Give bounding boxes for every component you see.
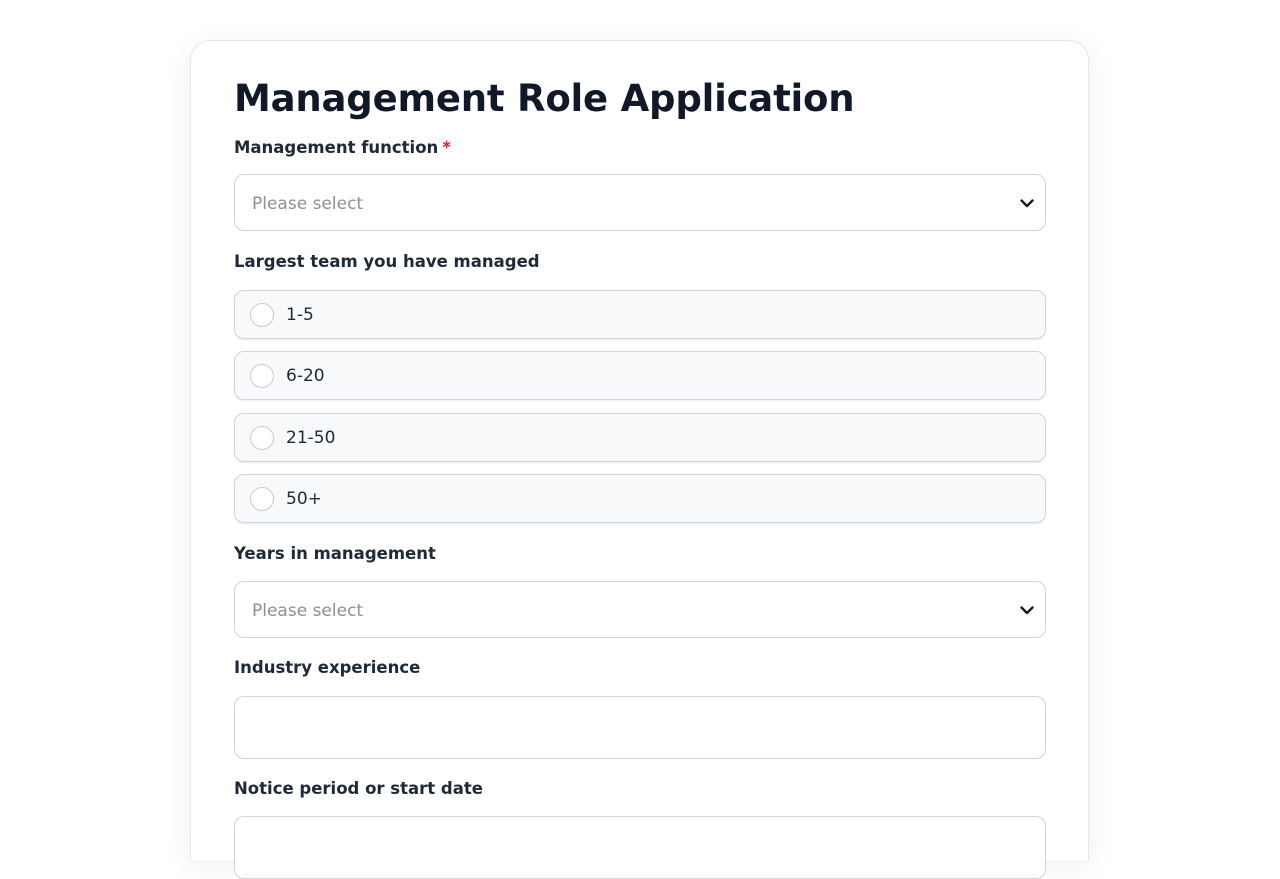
radio-circle[interactable]	[250, 487, 274, 511]
chevron-down-icon	[1018, 601, 1036, 619]
years-in-management-select[interactable]: Please select	[234, 581, 1046, 638]
team-size-option[interactable]: 1-5	[234, 290, 1046, 339]
notice-period-label: Notice period or start date	[234, 779, 483, 798]
years-in-management-label: Years in management	[234, 544, 436, 563]
notice-period-input[interactable]	[234, 816, 1046, 879]
industry-experience-input[interactable]	[234, 696, 1046, 759]
team-size-option[interactable]: 6-20	[234, 351, 1046, 400]
team-size-option-label: 6-20	[286, 366, 325, 386]
radio-circle[interactable]	[250, 364, 274, 388]
largest-team-label: Largest team you have managed	[234, 252, 540, 271]
radio-circle[interactable]	[250, 303, 274, 327]
team-size-option-label: 1-5	[286, 305, 314, 325]
management-function-select[interactable]: Please select	[234, 174, 1046, 231]
management-function-placeholder: Please select	[252, 194, 364, 214]
team-size-option[interactable]: 50+	[234, 474, 1046, 523]
required-marker: *	[442, 138, 451, 157]
team-size-option-label: 21-50	[286, 428, 336, 448]
team-size-option-label: 50+	[286, 489, 322, 509]
chevron-down-icon	[1018, 194, 1036, 212]
management-function-label-text: Management function	[234, 138, 439, 157]
form-title: Management Role Application	[234, 77, 855, 120]
management-function-label: Management function *	[234, 138, 451, 158]
radio-circle[interactable]	[250, 426, 274, 450]
application-form-card: Management Role Application Management f…	[190, 40, 1089, 879]
industry-experience-label: Industry experience	[234, 658, 421, 677]
years-in-management-placeholder: Please select	[252, 601, 364, 621]
team-size-option[interactable]: 21-50	[234, 413, 1046, 462]
